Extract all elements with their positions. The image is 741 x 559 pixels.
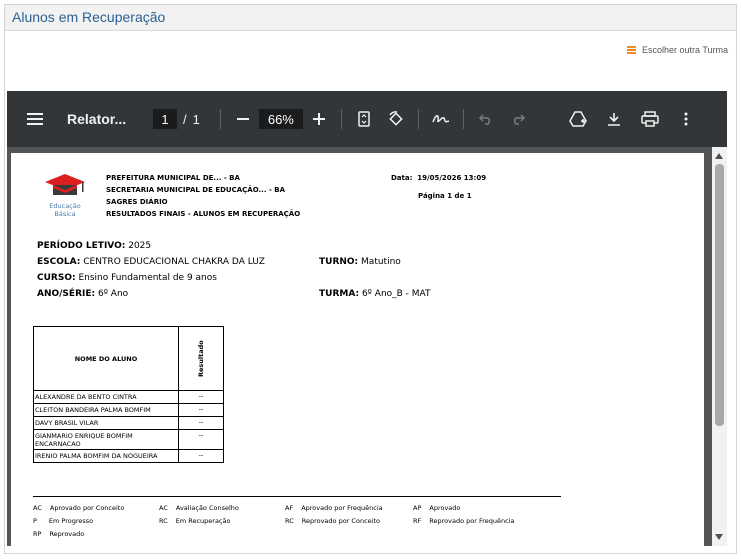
table-row: IRENIO PALMA BOMFIM DA NOGUEIRA -- xyxy=(33,449,224,463)
header-line-3: SAGRES DIÁRIO xyxy=(106,198,168,206)
annotate-icon[interactable] xyxy=(425,103,457,135)
date-value: 19/05/2026 13:09 xyxy=(417,174,487,182)
period-row: PERÍODO LETIVO: 2025 xyxy=(37,241,151,251)
student-result: -- xyxy=(178,390,224,404)
drive-add-icon[interactable] xyxy=(562,103,594,135)
shift-row: TURNO: Matutino xyxy=(319,257,401,267)
header-line-4: RESULTADOS FINAIS - ALUNOS EM RECUPERAÇÃ… xyxy=(106,210,301,218)
logo-text-1: Educação xyxy=(49,202,81,210)
legend-item: RC Em Recuperação xyxy=(159,517,231,525)
student-result: -- xyxy=(178,429,224,450)
page-total: 1 xyxy=(192,111,200,127)
toolbar-divider xyxy=(417,109,419,129)
list-icon xyxy=(626,46,636,54)
grade-value: 6º Ano xyxy=(97,289,129,299)
student-name: DAVY BRASIL VILAR xyxy=(33,416,179,430)
students-table: NOME DO ALUNO Resultado ALEXANDRE DA BEN… xyxy=(33,326,224,463)
table-row: CLEITON BANDEIRA PALMA BOMFIM -- xyxy=(33,403,224,417)
shift-value: Matutino xyxy=(361,257,401,267)
scroll-up-icon[interactable] xyxy=(715,153,723,159)
toolbar-divider xyxy=(219,109,221,129)
date-label: Data: xyxy=(391,174,413,182)
student-result: -- xyxy=(178,403,224,417)
student-name: ALEXANDRE DA BENTO CINTRA xyxy=(33,390,179,404)
class-row: TURMA: 6º Ano_B - MAT xyxy=(319,289,431,299)
toolbar-divider xyxy=(462,109,464,129)
table-row: GIANMARIO ENRIQUE BOMFIM ENCARNACAO -- xyxy=(33,429,224,450)
choose-class-label[interactable]: Escolher outra Turma xyxy=(642,45,728,55)
pdf-viewer: Relator... 1 / 1 66% Educação Básica PRE… xyxy=(7,91,727,546)
toolbar-divider xyxy=(340,109,342,129)
legend-item: AF Aprovado por Frequência xyxy=(285,504,383,512)
header-line-2: SECRETARIA MUNICIPAL DE EDUCAÇÃO... - BA xyxy=(106,186,286,194)
scrollbar-thumb[interactable] xyxy=(715,164,724,426)
class-value: 6º Ano_B - MAT xyxy=(361,289,431,299)
student-name: GIANMARIO ENRIQUE BOMFIM ENCARNACAO xyxy=(33,429,179,450)
column-header-name: NOME DO ALUNO xyxy=(33,326,179,391)
grade-label: ANO/SÉRIE: xyxy=(37,289,96,299)
period-value: 2025 xyxy=(128,241,152,251)
legend-item: RF Reprovado por Frequência xyxy=(413,517,515,525)
school-row: ESCOLA: CENTRO EDUCACIONAL CHAKRA DA LUZ xyxy=(37,257,265,267)
column-header-result-label: Resultado xyxy=(197,340,205,377)
report-page: Educação Básica PREFEITURA MUNICIPAL DE.… xyxy=(11,153,704,546)
student-result: -- xyxy=(178,449,224,463)
report-logo: Educação Básica xyxy=(41,168,89,218)
page-info: Página 1 de 1 xyxy=(418,192,472,200)
undo-icon[interactable] xyxy=(470,103,502,135)
legend-item: RC Reprovado por Conceito xyxy=(285,517,380,525)
student-name: CLEITON BANDEIRA PALMA BOMFIM xyxy=(33,403,179,417)
legend-item: RP Reprovado xyxy=(33,530,85,538)
course-row: CURSO: Ensino Fundamental de 9 anos xyxy=(37,273,217,283)
grade-row: ANO/SÉRIE: 6º Ano xyxy=(37,289,128,299)
legend-item: AP Aprovado xyxy=(413,504,461,512)
page-header: Alunos em Recuperação xyxy=(5,5,736,31)
redo-icon[interactable] xyxy=(502,103,534,135)
graduation-cap-icon xyxy=(45,174,85,195)
student-result: -- xyxy=(178,416,224,430)
print-icon[interactable] xyxy=(634,103,666,135)
school-value: CENTRO EDUCACIONAL CHAKRA DA LUZ xyxy=(83,257,265,267)
header-line-1: PREFEITURA MUNICIPAL DE... - BA xyxy=(106,174,240,182)
page-separator: / xyxy=(183,111,187,127)
document-scrollbar[interactable] xyxy=(712,147,727,546)
column-header-result: Resultado xyxy=(178,326,224,391)
table-row: DAVY BRASIL VILAR -- xyxy=(33,416,224,430)
student-name: IRENIO PALMA BOMFIM DA NOGUEIRA xyxy=(33,449,179,463)
scroll-down-icon[interactable] xyxy=(715,534,723,540)
download-icon[interactable] xyxy=(598,103,630,135)
document-title: Relator... xyxy=(67,111,127,127)
legend-item: P Em Progresso xyxy=(33,517,94,525)
school-label: ESCOLA: xyxy=(37,257,81,267)
zoom-out-icon[interactable] xyxy=(227,103,259,135)
choose-class-link[interactable]: Escolher outra Turma xyxy=(626,45,728,55)
page-title: Alunos em Recuperação xyxy=(12,9,166,25)
document-area[interactable]: Educação Básica PREFEITURA MUNICIPAL DE.… xyxy=(7,147,712,546)
zoom-in-icon[interactable] xyxy=(303,103,335,135)
period-label: PERÍODO LETIVO: xyxy=(37,241,126,251)
pdf-toolbar: Relator... 1 / 1 66% xyxy=(7,91,727,147)
shift-label: TURNO: xyxy=(319,257,359,267)
course-label: CURSO: xyxy=(37,273,76,283)
course-value: Ensino Fundamental de 9 anos xyxy=(78,273,217,283)
legend-item: AC Aprovado por Conceito xyxy=(33,504,125,512)
report-date: Data: 19/05/2026 13:09 xyxy=(391,172,486,184)
legend-item: AC Avaliação Conselho xyxy=(159,504,239,512)
zoom-input[interactable]: 66% xyxy=(258,109,303,129)
menu-icon[interactable] xyxy=(19,103,51,135)
page-number-input[interactable]: 1 xyxy=(153,109,177,129)
legend-divider xyxy=(33,496,561,497)
table-row: ALEXANDRE DA BENTO CINTRA -- xyxy=(33,390,224,404)
more-icon[interactable] xyxy=(670,103,702,135)
rotate-icon[interactable] xyxy=(380,103,412,135)
logo-text-2: Básica xyxy=(54,210,76,218)
class-label: TURMA: xyxy=(319,289,360,299)
fit-page-icon[interactable] xyxy=(348,103,380,135)
